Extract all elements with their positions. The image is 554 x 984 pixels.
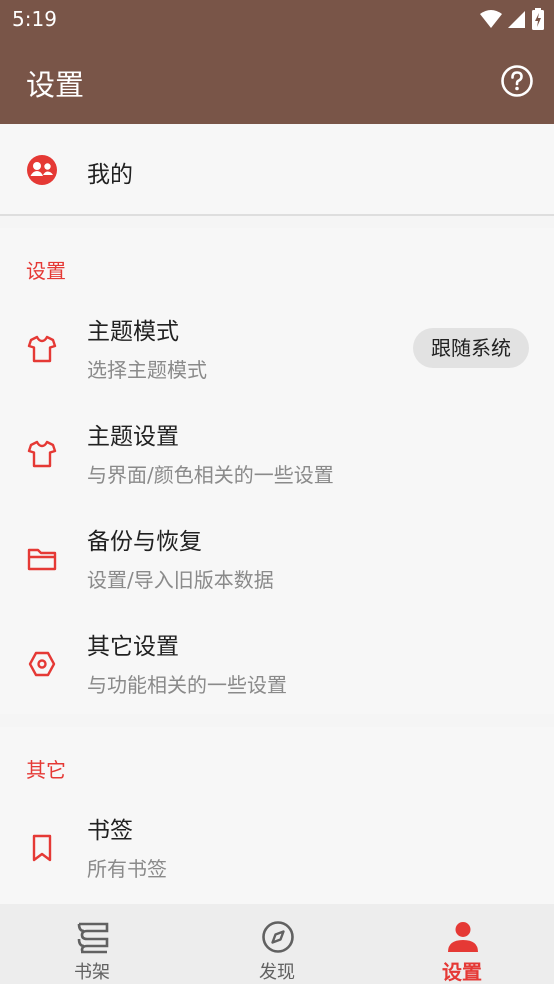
app-bar: 设置	[0, 38, 554, 124]
theme-settings-summary: 与界面/颜色相关的一些设置	[87, 463, 334, 487]
other-section: 其它 书签 所有书签	[0, 727, 554, 904]
section-header-settings: 设置	[26, 259, 66, 283]
account-icon	[27, 155, 57, 185]
help-icon[interactable]	[500, 64, 534, 98]
hexagon-settings-icon	[28, 651, 56, 677]
theme-settings-title: 主题设置	[87, 424, 179, 450]
other-settings-title: 其它设置	[87, 634, 179, 660]
status-bar: 5:19	[0, 0, 554, 38]
settings-section: 设置 主题模式 选择主题模式 跟随系统 主题设置 与界面/颜色相关的一些设置 备…	[0, 228, 554, 714]
nav-bookshelf-label: 书架	[74, 962, 110, 983]
bookmark-icon	[32, 834, 52, 862]
nav-bookshelf[interactable]: 书架	[0, 904, 184, 984]
page-title: 设置	[26, 68, 85, 102]
signal-icon	[508, 11, 525, 28]
settings-screen: 5:19 设置 我的 设置 主题模式 选择主题模式 跟随系统 主题设置 与界面/…	[0, 0, 554, 984]
nav-discover[interactable]: 发现	[185, 904, 369, 984]
status-time: 5:19	[12, 7, 57, 31]
compass-icon	[262, 921, 294, 953]
shirt-icon	[27, 440, 57, 468]
battery-icon	[532, 8, 544, 30]
my-account-row[interactable]: 我的	[0, 124, 554, 216]
bookmarks-summary: 所有书签	[87, 857, 167, 881]
bookmarks-title: 书签	[87, 818, 133, 844]
theme-mode-row[interactable]: 主题模式 选择主题模式 跟随系统	[0, 298, 554, 403]
backup-restore-title: 备份与恢复	[87, 529, 202, 555]
wifi-icon	[480, 10, 502, 28]
section-header-other: 其它	[26, 758, 66, 782]
other-settings-row[interactable]: 其它设置 与功能相关的一些设置	[0, 613, 554, 718]
theme-mode-summary: 选择主题模式	[87, 358, 207, 382]
theme-mode-value-chip[interactable]: 跟随系统	[413, 328, 529, 368]
bookmarks-row[interactable]: 书签 所有书签	[0, 797, 554, 902]
backup-restore-summary: 设置/导入旧版本数据	[87, 568, 274, 592]
backup-restore-row[interactable]: 备份与恢复 设置/导入旧版本数据	[0, 508, 554, 613]
bookshelf-icon	[77, 922, 109, 954]
theme-settings-row[interactable]: 主题设置 与界面/颜色相关的一些设置	[0, 403, 554, 508]
nav-discover-label: 发现	[259, 962, 295, 983]
theme-mode-title: 主题模式	[87, 319, 179, 345]
my-account-label: 我的	[87, 162, 133, 188]
folder-icon	[27, 548, 57, 571]
nav-settings-label: 设置	[442, 960, 482, 984]
nav-settings[interactable]: 设置	[370, 904, 554, 984]
status-icons	[480, 8, 544, 30]
bottom-navigation: 书架 发现 设置	[0, 904, 554, 984]
shirt-icon	[27, 335, 57, 363]
person-icon	[448, 922, 478, 952]
other-settings-summary: 与功能相关的一些设置	[87, 673, 287, 697]
